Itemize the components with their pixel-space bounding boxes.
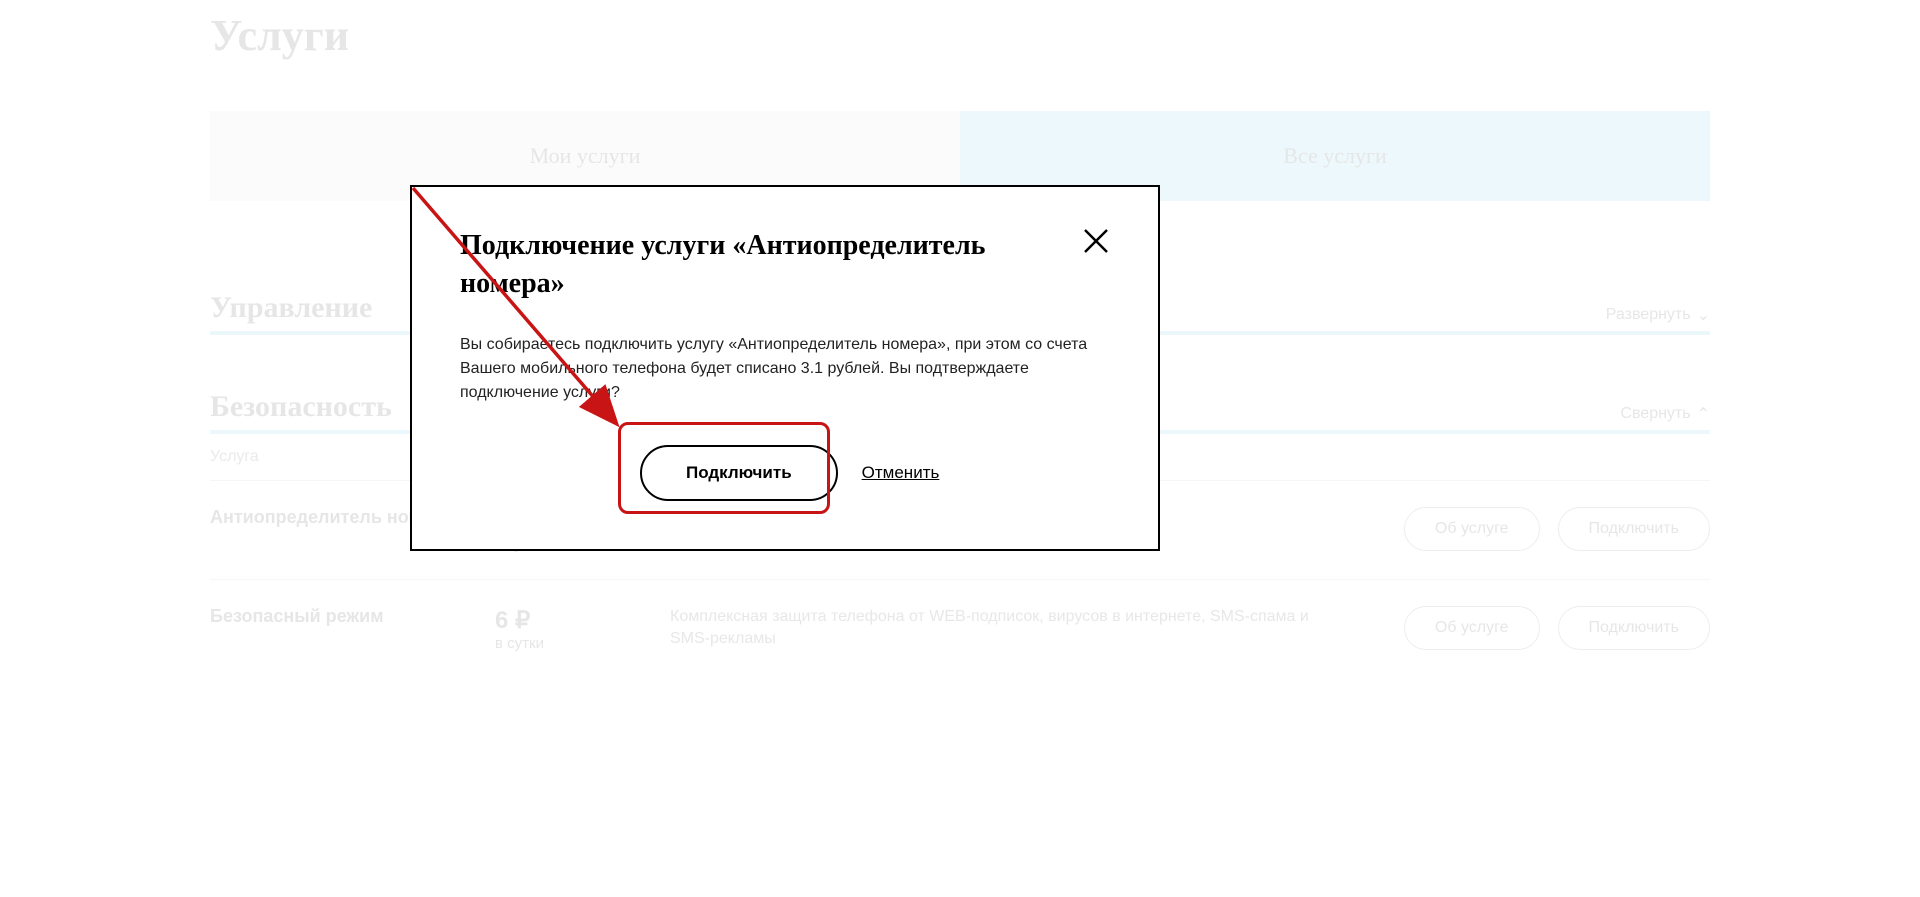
cancel-link[interactable]: Отменить xyxy=(862,463,940,483)
close-modal-button[interactable] xyxy=(1082,227,1110,260)
connect-service-modal: Подключение услуги «Антиопределитель ном… xyxy=(410,185,1160,551)
modal-description: Вы собираетесь подключить услугу «Антиоп… xyxy=(460,333,1110,405)
modal-header: Подключение услуги «Антиопределитель ном… xyxy=(460,227,1110,303)
modal-title: Подключение услуги «Антиопределитель ном… xyxy=(460,227,1082,303)
modal-actions: Подключить Отменить xyxy=(460,445,1110,501)
close-icon xyxy=(1082,227,1110,255)
confirm-connect-button[interactable]: Подключить xyxy=(640,445,838,501)
